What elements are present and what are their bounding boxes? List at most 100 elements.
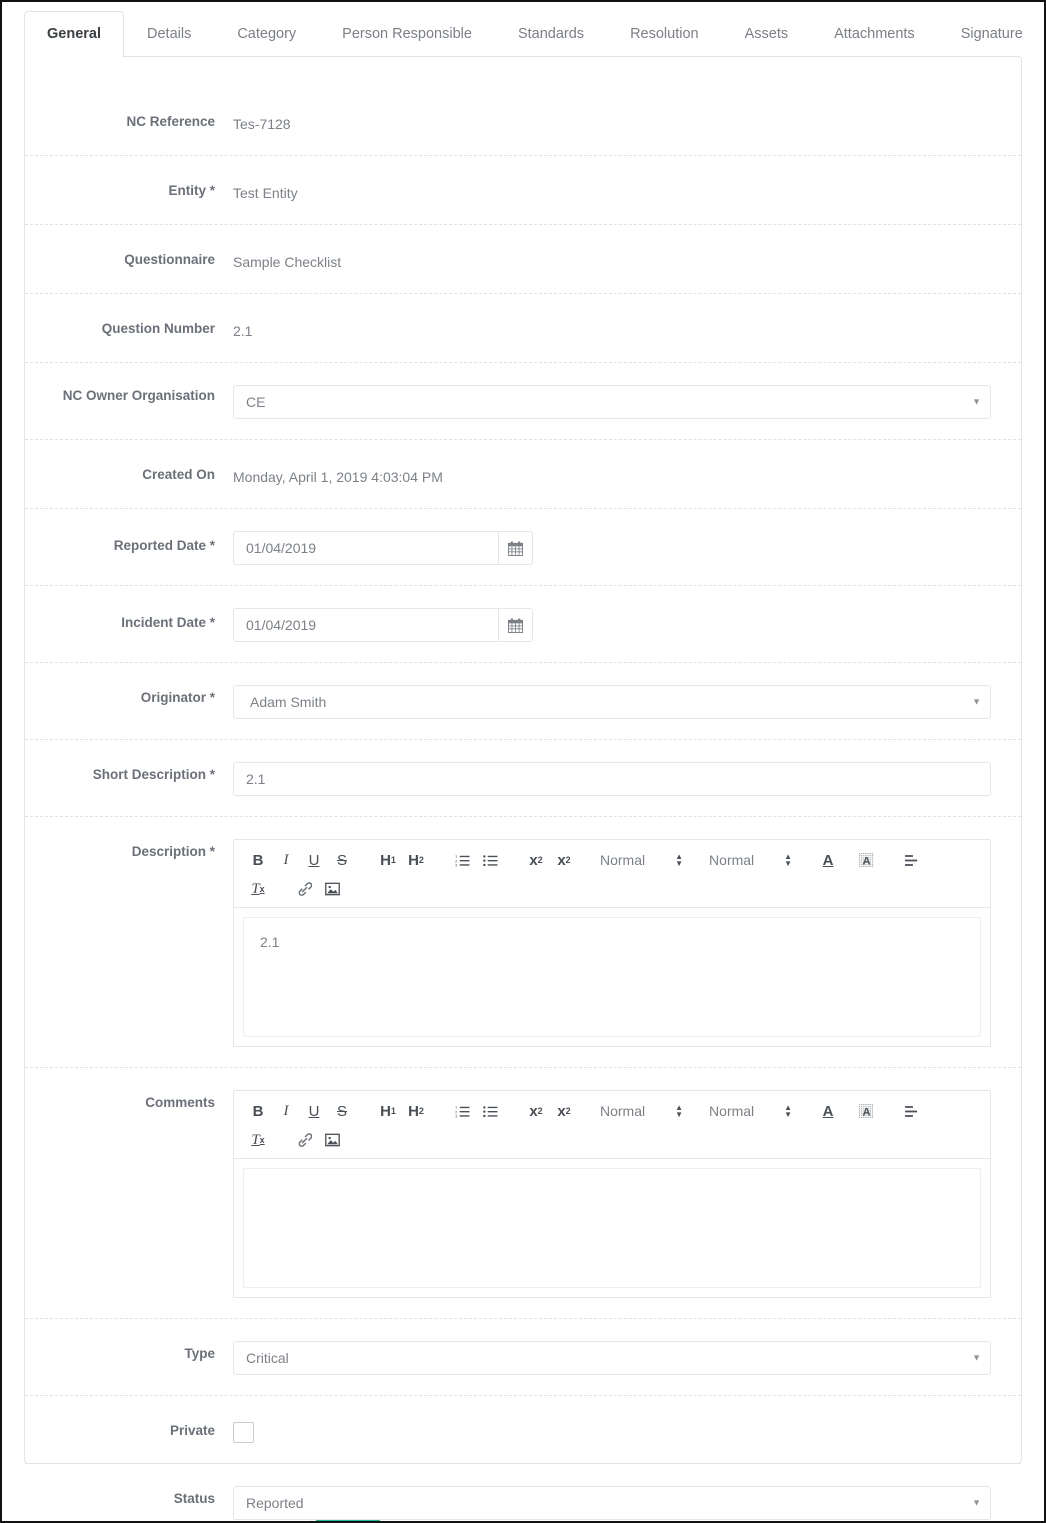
heading-2-icon[interactable]: H2 bbox=[406, 848, 426, 872]
originator-select[interactable]: Adam Smith bbox=[233, 685, 991, 719]
tab-assets[interactable]: Assets bbox=[722, 11, 812, 58]
font-family-select[interactable]: Normal bbox=[600, 848, 645, 872]
bold-icon[interactable]: B bbox=[248, 1099, 268, 1123]
question-number-value: 2.1 bbox=[233, 323, 253, 339]
created-on-value: Monday, April 1, 2019 4:03:04 PM bbox=[233, 469, 443, 485]
font-size-stepper-icon[interactable]: ▲ ▼ bbox=[784, 1104, 792, 1119]
align-icon[interactable] bbox=[902, 1099, 922, 1123]
field-row-description: Description * B I U S H1 H2 123 x 2 x 2 … bbox=[25, 816, 1021, 1067]
subscript-icon[interactable]: x2 bbox=[526, 848, 546, 872]
private-checkbox[interactable] bbox=[233, 1422, 254, 1443]
incident-date-calendar-button[interactable] bbox=[497, 608, 533, 642]
status-select[interactable]: Reported bbox=[233, 1486, 991, 1520]
align-icon[interactable] bbox=[902, 848, 922, 872]
link-icon[interactable] bbox=[294, 877, 314, 901]
field-row-type: Type Critical ▼ bbox=[25, 1318, 1021, 1395]
text-color-icon[interactable]: A bbox=[818, 848, 838, 872]
description-editor-body[interactable]: 2.1 bbox=[244, 918, 980, 1036]
tab-resolution[interactable]: Resolution bbox=[607, 11, 722, 58]
strikethrough-icon[interactable]: S bbox=[332, 848, 352, 872]
tab-category[interactable]: Category bbox=[214, 11, 319, 58]
field-row-question-number: Question Number 2.1 bbox=[25, 293, 1021, 362]
strikethrough-icon[interactable]: S bbox=[332, 1099, 352, 1123]
reported-date-calendar-button[interactable] bbox=[497, 531, 533, 565]
reported-date-input[interactable] bbox=[233, 531, 498, 565]
image-icon[interactable] bbox=[322, 1128, 342, 1152]
font-size-stepper-icon[interactable]: ▲ ▼ bbox=[784, 853, 792, 868]
subscript-icon[interactable]: x2 bbox=[526, 1099, 546, 1123]
tab-bar: General Details Category Person Responsi… bbox=[24, 10, 1044, 58]
bullet-list-icon[interactable] bbox=[480, 1099, 500, 1123]
superscript-icon[interactable]: x2 bbox=[554, 1099, 574, 1123]
field-row-incident-date: Incident Date * bbox=[25, 585, 1021, 662]
tab-signature[interactable]: Signature bbox=[938, 11, 1044, 58]
ordered-list-icon[interactable]: 123 bbox=[452, 1099, 472, 1123]
questionnaire-value: Sample Checklist bbox=[233, 254, 342, 270]
tab-attachments[interactable]: Attachments bbox=[811, 11, 938, 58]
ordered-list-icon[interactable]: 123 bbox=[452, 848, 472, 872]
svg-text:A: A bbox=[862, 1106, 870, 1118]
underline-icon[interactable]: U bbox=[304, 1099, 324, 1123]
tab-person-responsible[interactable]: Person Responsible bbox=[319, 11, 495, 58]
tab-label: General bbox=[47, 26, 101, 42]
clear-formatting-icon[interactable]: Tx bbox=[248, 877, 268, 901]
svg-text:1: 1 bbox=[455, 1105, 457, 1109]
tab-details[interactable]: Details bbox=[124, 11, 214, 58]
short-description-input[interactable] bbox=[233, 762, 991, 796]
questionnaire-label: Questionnaire bbox=[124, 252, 215, 267]
svg-text:A: A bbox=[862, 855, 870, 867]
svg-text:1: 1 bbox=[455, 854, 457, 858]
font-size-select[interactable]: Normal bbox=[709, 1099, 754, 1123]
font-family-stepper-icon[interactable]: ▲ ▼ bbox=[675, 853, 683, 868]
italic-icon[interactable]: I bbox=[276, 848, 296, 872]
description-editor-body-wrap: 2.1 bbox=[243, 917, 981, 1037]
tab-standards[interactable]: Standards bbox=[495, 11, 607, 58]
incident-date-input[interactable] bbox=[233, 608, 498, 642]
clear-formatting-icon[interactable]: Tx bbox=[248, 1128, 268, 1152]
field-row-short-description: Short Description * bbox=[25, 739, 1021, 816]
type-label: Type bbox=[184, 1346, 215, 1361]
heading-2-icon[interactable]: H2 bbox=[406, 1099, 426, 1123]
tab-label: Attachments bbox=[834, 26, 915, 42]
font-size-select[interactable]: Normal bbox=[709, 848, 754, 872]
general-tab-panel: NC Reference Tes-7128 Entity * Test Enti… bbox=[24, 56, 1022, 1520]
field-row-nc-reference: NC Reference Tes-7128 bbox=[25, 87, 1021, 155]
underline-icon[interactable]: U bbox=[304, 848, 324, 872]
field-row-questionnaire: Questionnaire Sample Checklist bbox=[25, 224, 1021, 293]
tab-label: Signature bbox=[960, 26, 1023, 42]
background-color-icon[interactable]: A bbox=[856, 1099, 876, 1123]
bold-icon[interactable]: B bbox=[248, 848, 268, 872]
tab-general[interactable]: General bbox=[24, 11, 124, 58]
font-family-stepper-icon[interactable]: ▲ ▼ bbox=[675, 1104, 683, 1119]
entity-label: Entity * bbox=[168, 183, 215, 198]
text-color-icon[interactable]: A bbox=[818, 1099, 838, 1123]
nc-reference-value: Tes-7128 bbox=[233, 116, 291, 132]
description-label: Description * bbox=[131, 844, 215, 859]
nc-owner-organisation-label: NC Owner Organisation bbox=[62, 388, 215, 403]
heading-1-icon[interactable]: H1 bbox=[378, 848, 398, 872]
comments-editor-body[interactable] bbox=[244, 1169, 980, 1287]
tab-label: Category bbox=[237, 26, 297, 42]
entity-value: Test Entity bbox=[233, 185, 298, 201]
heading-1-icon[interactable]: H1 bbox=[378, 1099, 398, 1123]
field-row-originator: Originator * Adam Smith ▼ bbox=[25, 662, 1021, 739]
link-icon[interactable] bbox=[294, 1128, 314, 1152]
comments-label: Comments bbox=[145, 1095, 215, 1110]
nc-reference-label: NC Reference bbox=[126, 114, 215, 129]
created-on-label: Created On bbox=[142, 467, 215, 482]
background-color-icon[interactable]: A bbox=[856, 848, 876, 872]
question-number-label: Question Number bbox=[101, 321, 215, 336]
superscript-icon[interactable]: x2 bbox=[554, 848, 574, 872]
tab-label: Standards bbox=[517, 26, 585, 42]
italic-icon[interactable]: I bbox=[276, 1099, 296, 1123]
image-icon[interactable] bbox=[322, 877, 342, 901]
font-family-select[interactable]: Normal bbox=[600, 1099, 645, 1123]
field-row-entity: Entity * Test Entity bbox=[25, 155, 1021, 224]
nc-owner-organisation-select[interactable]: CE bbox=[233, 385, 991, 419]
comments-editor-body-wrap bbox=[243, 1168, 981, 1288]
field-row-comments: Comments B I U S H1 H2 123 x 2 x 2 Norma… bbox=[25, 1067, 1021, 1318]
type-select[interactable]: Critical bbox=[233, 1341, 991, 1375]
reported-date-label: Reported Date * bbox=[113, 538, 215, 553]
svg-text:3: 3 bbox=[455, 1114, 457, 1117]
bullet-list-icon[interactable] bbox=[480, 848, 500, 872]
